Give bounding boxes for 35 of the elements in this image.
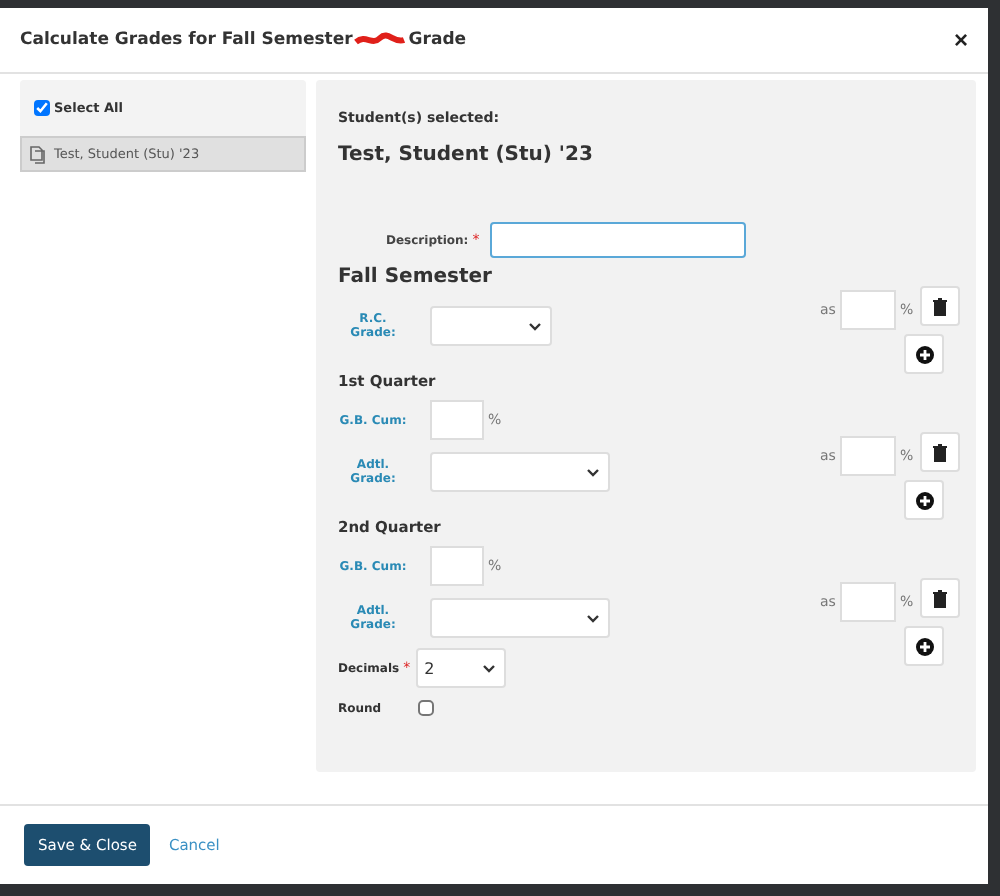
description-field[interactable] <box>489 222 746 259</box>
chevron-down-icon <box>482 663 497 674</box>
add-button[interactable] <box>904 626 944 667</box>
add-button[interactable] <box>904 334 944 375</box>
delete-button[interactable] <box>920 578 960 619</box>
grade-select[interactable] <box>430 306 552 347</box>
chevron-down-icon <box>586 613 600 624</box>
plus-circle-icon <box>915 345 933 364</box>
percent-field[interactable] <box>430 546 484 587</box>
chevron-down-icon <box>528 321 542 332</box>
delete-button[interactable] <box>920 286 960 327</box>
close-button[interactable]: × <box>953 26 968 55</box>
section-heading: Fall Semester <box>338 266 494 289</box>
add-button[interactable] <box>904 480 944 521</box>
round-checkbox[interactable] <box>418 700 434 717</box>
delete-button[interactable] <box>920 432 960 473</box>
trash-icon <box>932 443 948 462</box>
weight-field[interactable] <box>840 290 896 331</box>
percent-field[interactable] <box>430 400 484 441</box>
documents-icon <box>28 144 48 165</box>
weight-field[interactable] <box>840 436 896 477</box>
redaction-mark <box>354 32 407 49</box>
select-all-checkbox[interactable] <box>34 100 50 117</box>
trash-icon <box>932 297 948 316</box>
chevron-down-icon <box>586 467 600 478</box>
plus-circle-icon <box>915 491 933 510</box>
weight-field[interactable] <box>840 582 896 623</box>
trash-icon <box>932 589 948 608</box>
grade-select[interactable] <box>430 598 610 639</box>
dialog-title: Grade <box>408 30 467 51</box>
selected-student: Test, Student (Stu) '23 <box>338 144 595 167</box>
decimals-select[interactable]: 2 <box>416 648 507 689</box>
grade-select[interactable] <box>430 452 610 493</box>
dialog-title: Calculate Grades for Fall Semester <box>20 30 353 51</box>
plus-circle-icon <box>915 637 933 656</box>
